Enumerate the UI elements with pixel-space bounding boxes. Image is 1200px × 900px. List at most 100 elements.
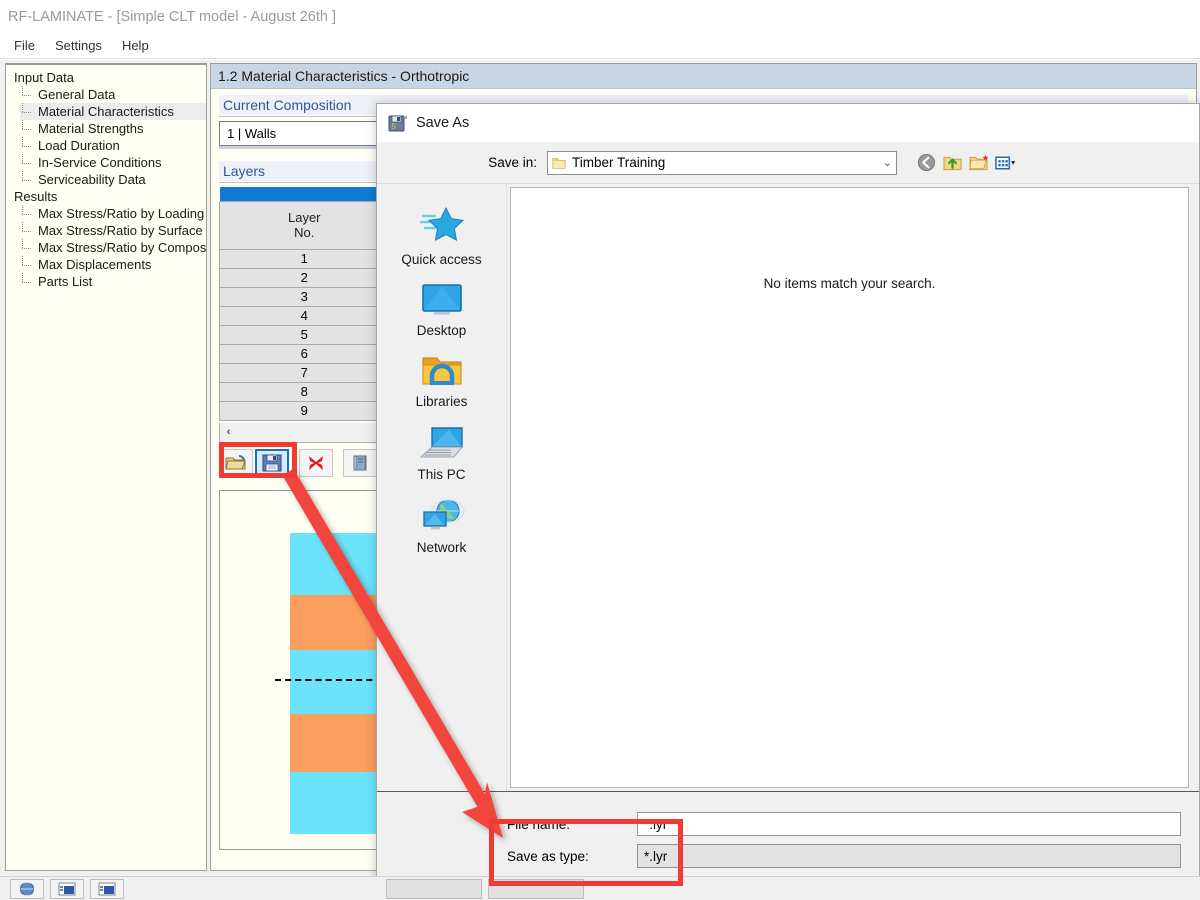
file-list[interactable]: No items match your search. bbox=[510, 187, 1189, 788]
app-titlebar: RF-LAMINATE - [Simple CLT model - August… bbox=[0, 0, 1200, 33]
navigator-tree: Input Data General Data Material Charact… bbox=[6, 65, 206, 290]
save-in-row: Save in: Timber Training ⌄ bbox=[377, 142, 1199, 184]
dialog-titlebar: 5 Save As bbox=[377, 104, 1199, 142]
sidebar-item-max-stress-by-surface[interactable]: Max Stress/Ratio by Surface bbox=[20, 222, 206, 239]
new-folder-icon[interactable] bbox=[969, 154, 989, 172]
book-icon bbox=[352, 454, 368, 472]
sidebar-item-load-duration[interactable]: Load Duration bbox=[20, 137, 206, 154]
desktop-icon bbox=[420, 283, 464, 317]
page-title: 1.2 Material Characteristics - Orthotrop… bbox=[211, 64, 1196, 89]
sidebar-item-parts-list[interactable]: Parts List bbox=[20, 273, 206, 290]
dialog-title: Save As bbox=[416, 115, 470, 131]
back-icon[interactable] bbox=[917, 153, 936, 172]
dialog-toolbar bbox=[917, 153, 1016, 172]
sidebar-item-general-data[interactable]: General Data bbox=[20, 86, 206, 103]
file-name-value: *.lyr bbox=[644, 816, 668, 832]
floppy-save-icon bbox=[262, 453, 282, 473]
current-composition-value: 1 | Walls bbox=[227, 126, 277, 141]
sidebar-item-max-stress-by-loading[interactable]: Max Stress/Ratio by Loading bbox=[20, 205, 206, 222]
status-field-1[interactable] bbox=[386, 878, 482, 899]
cell-layer-no: 4 bbox=[219, 305, 390, 326]
info-button[interactable] bbox=[343, 448, 377, 477]
status-bar bbox=[0, 876, 1200, 900]
header-line-2: No. bbox=[294, 225, 315, 240]
file-name-label: File name: bbox=[507, 816, 571, 832]
cell-layer-no: 2 bbox=[219, 267, 390, 288]
tree-item-label: Max Stress/Ratio by Composition bbox=[38, 240, 207, 255]
tree-group-results: Results bbox=[14, 189, 58, 204]
tree-group-input-data: Input Data bbox=[14, 70, 74, 85]
network-globe-icon bbox=[419, 498, 465, 534]
save-as-dialog: 5 Save As Save in: Timber Training ⌄ Qui… bbox=[376, 103, 1200, 900]
save-layers-button[interactable] bbox=[255, 448, 289, 477]
scroll-left-arrow-icon[interactable]: ‹ bbox=[220, 422, 237, 442]
file-list-empty-message: No items match your search. bbox=[763, 276, 936, 291]
cell-layer-no: 6 bbox=[219, 343, 390, 364]
sidebar-item-serviceability-data[interactable]: Serviceability Data bbox=[20, 171, 206, 188]
tree-item-label: General Data bbox=[38, 87, 116, 102]
app-menubar: File Settings Help bbox=[0, 33, 1200, 59]
sidebar-item-material-characteristics[interactable]: Material Characteristics bbox=[20, 103, 206, 120]
sidebar-item-in-service-conditions[interactable]: In-Service Conditions bbox=[20, 154, 206, 171]
menu-settings[interactable]: Settings bbox=[47, 35, 110, 56]
cell-layer-no: 5 bbox=[219, 324, 390, 345]
cell-layer-no: 7 bbox=[219, 362, 390, 383]
place-desktop[interactable]: Desktop bbox=[383, 277, 501, 342]
places-bar: Quick access Desktop Libraries This PC N… bbox=[377, 184, 507, 791]
save-as-type-row: Save as type: *.lyr bbox=[377, 840, 1199, 872]
cell-layer-no: 3 bbox=[219, 286, 390, 307]
tree-item-label: Parts List bbox=[38, 274, 93, 289]
selection-cell-left bbox=[219, 187, 389, 201]
tree-item-label: Load Duration bbox=[38, 138, 120, 153]
navigator-panel: Input Data General Data Material Charact… bbox=[5, 63, 207, 871]
status-view-button-1[interactable] bbox=[50, 878, 84, 899]
tree-item-label: In-Service Conditions bbox=[38, 155, 162, 170]
svg-text:5: 5 bbox=[392, 122, 397, 131]
tree-item-label: Serviceability Data bbox=[38, 172, 146, 187]
dialog-main: Quick access Desktop Libraries This PC N… bbox=[377, 184, 1199, 791]
menu-file[interactable]: File bbox=[6, 35, 43, 56]
globe-icon bbox=[17, 881, 37, 897]
place-this-pc[interactable]: This PC bbox=[383, 419, 501, 486]
place-libraries[interactable]: Libraries bbox=[383, 348, 501, 413]
views-icon[interactable] bbox=[995, 155, 1016, 171]
app-title: RF-LAMINATE - [Simple CLT model - August… bbox=[8, 8, 336, 25]
place-quick-access[interactable]: Quick access bbox=[383, 198, 501, 271]
save-as-type-select[interactable]: *.lyr bbox=[637, 844, 1181, 868]
place-label: Libraries bbox=[415, 394, 468, 409]
save-in-value: Timber Training bbox=[572, 155, 666, 170]
file-name-row: File name: *.lyr bbox=[377, 808, 1199, 840]
save-in-select[interactable]: Timber Training ⌄ bbox=[547, 150, 897, 175]
open-layers-button[interactable] bbox=[219, 448, 253, 477]
place-label: Desktop bbox=[416, 323, 467, 338]
status-view-button-2[interactable] bbox=[90, 878, 124, 899]
delete-layer-button[interactable] bbox=[299, 448, 333, 477]
window-icon bbox=[98, 882, 116, 896]
place-label: Network bbox=[416, 540, 467, 555]
status-field-2[interactable] bbox=[488, 878, 584, 899]
tree-item-label: Material Characteristics bbox=[38, 104, 174, 119]
sidebar-item-max-stress-by-composition[interactable]: Max Stress/Ratio by Composition bbox=[20, 239, 206, 256]
column-header-layer-no: Layer No. bbox=[219, 200, 390, 250]
save-in-label: Save in: bbox=[488, 155, 537, 170]
status-globe-button[interactable] bbox=[10, 878, 44, 899]
open-folder-icon bbox=[225, 454, 247, 472]
cell-layer-no: 9 bbox=[219, 400, 390, 421]
sidebar-item-max-displacements[interactable]: Max Displacements bbox=[20, 256, 206, 273]
file-name-input[interactable]: *.lyr bbox=[637, 812, 1181, 836]
sidebar-item-material-strengths[interactable]: Material Strengths bbox=[20, 120, 206, 137]
chevron-down-icon[interactable]: ⌄ bbox=[883, 156, 892, 169]
red-x-icon bbox=[307, 454, 325, 472]
header-line-1: Layer bbox=[287, 210, 321, 225]
this-pc-icon bbox=[419, 425, 465, 461]
folder-icon bbox=[552, 156, 566, 170]
save-as-type-label: Save as type: bbox=[507, 848, 589, 864]
save-as-type-value: *.lyr bbox=[644, 848, 668, 864]
tree-item-label: Max Displacements bbox=[38, 257, 152, 272]
up-one-level-icon[interactable] bbox=[943, 154, 962, 172]
tree-item-label: Material Strengths bbox=[38, 121, 144, 136]
tree-item-label: Max Stress/Ratio by Surface bbox=[38, 223, 203, 238]
place-label: This PC bbox=[417, 467, 466, 482]
place-network[interactable]: Network bbox=[383, 492, 501, 559]
menu-help[interactable]: Help bbox=[114, 35, 157, 56]
